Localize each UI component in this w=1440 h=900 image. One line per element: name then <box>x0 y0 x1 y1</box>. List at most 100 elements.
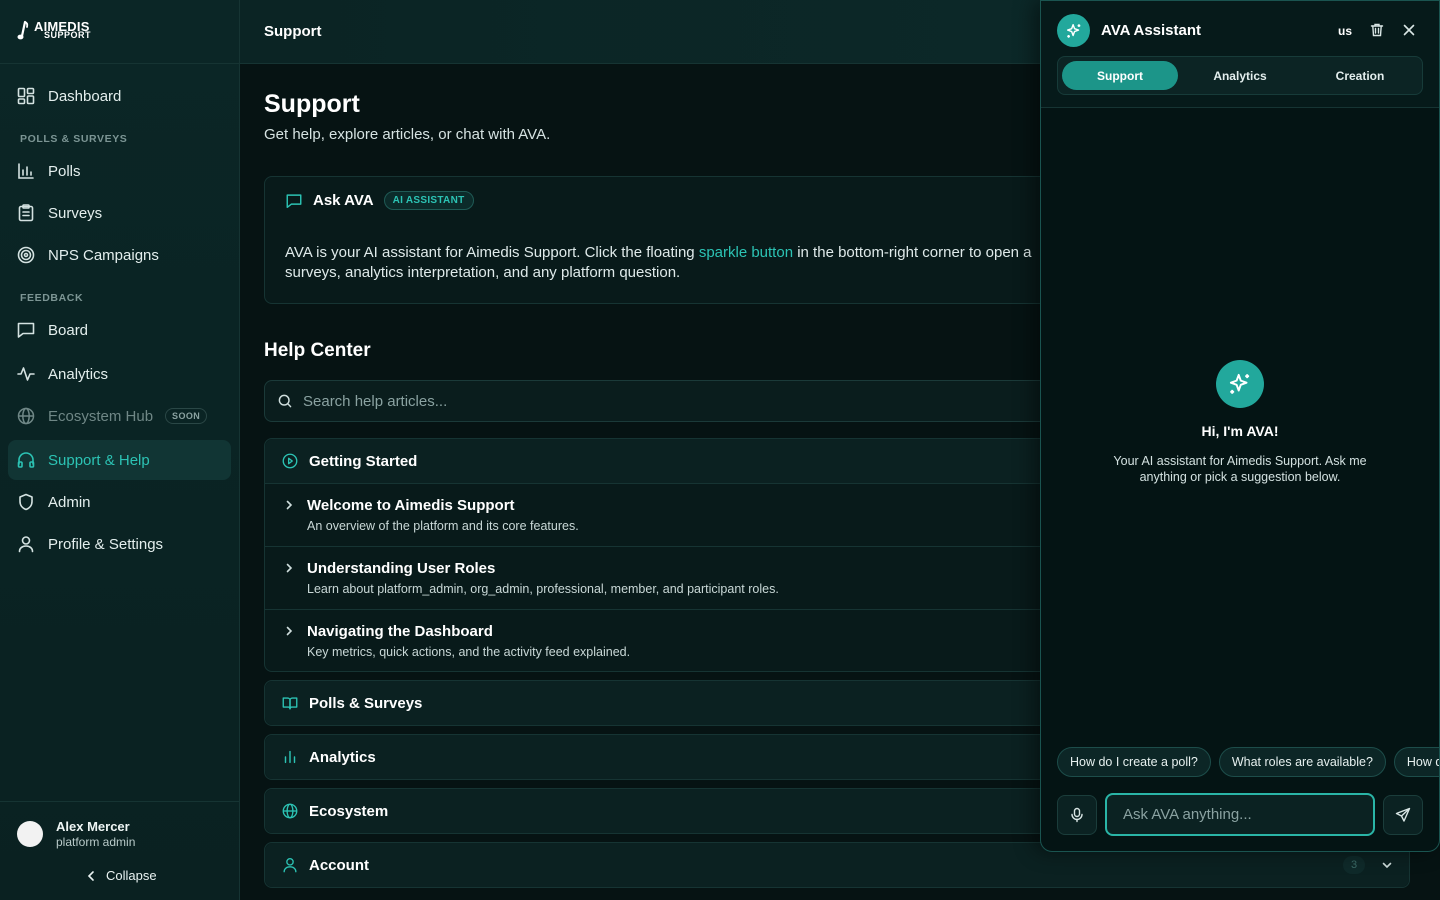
ava-greeting: Hi, I'm AVA! <box>1201 423 1279 439</box>
user-icon <box>283 858 297 873</box>
topbar-title: Support <box>264 23 322 40</box>
section-label: Ecosystem <box>309 802 389 820</box>
sidebar-item-dashboard[interactable]: Dashboard <box>8 76 231 116</box>
sidebar-item-admin[interactable]: Admin <box>8 482 231 522</box>
section-label: Account <box>309 856 369 874</box>
ava-panel-header: AVA Assistant us Support Analytics Creat… <box>1041 1 1439 108</box>
brand-logo[interactable]: AIMEDIS SUPPORT <box>16 20 91 42</box>
ava-assistant-panel: AVA Assistant us Support Analytics Creat… <box>1040 0 1440 852</box>
message-square-icon <box>286 193 302 208</box>
ask-ava-title: Ask AVA <box>313 192 374 209</box>
play-circle-icon <box>282 453 298 469</box>
activity-icon <box>17 367 35 381</box>
chevron-right-icon <box>286 626 293 636</box>
microphone-button[interactable] <box>1057 795 1097 835</box>
sparkles-icon <box>1066 23 1080 38</box>
section-label: Analytics <box>309 748 376 766</box>
sidebar-item-analytics[interactable]: Analytics <box>8 354 231 394</box>
language-toggle[interactable]: us <box>1338 24 1352 38</box>
ava-logo <box>1057 14 1090 47</box>
headphones-icon <box>17 452 35 468</box>
chevron-left-icon <box>87 870 94 881</box>
chevron-down-icon[interactable] <box>1381 859 1393 871</box>
article-title: Navigating the Dashboard <box>307 623 493 640</box>
chevron-right-icon <box>286 500 293 510</box>
sidebar-item-label: Polls <box>48 162 81 180</box>
collapse-button[interactable]: Collapse <box>86 868 157 883</box>
search-icon <box>278 394 292 408</box>
sidebar: AIMEDIS SUPPORT Dashboard POLLS & SURVEY… <box>0 0 240 900</box>
ava-hero-icon <box>1216 360 1264 408</box>
target-icon <box>17 246 35 264</box>
sidebar-item-label: Board <box>48 321 89 339</box>
ava-input-row <box>1057 793 1423 836</box>
avatar[interactable] <box>17 821 43 847</box>
page-title: Support <box>264 90 360 118</box>
dashboard-grid-icon <box>17 87 35 105</box>
globe-icon <box>17 407 35 425</box>
close-icon[interactable] <box>1401 22 1417 38</box>
section-label: Polls & Surveys <box>309 694 423 712</box>
sidebar-item-ecosystem-hub: Ecosystem Hub SOON <box>8 396 231 436</box>
section-meta: 3 <box>1343 856 1393 874</box>
bar-chart-icon <box>18 163 34 179</box>
sidebar-item-label: Ecosystem Hub <box>48 407 154 425</box>
ava-tabs: Support Analytics Creation <box>1057 56 1423 95</box>
shield-icon <box>19 493 33 511</box>
brand-line2: SUPPORT <box>44 30 92 40</box>
tab-analytics[interactable]: Analytics <box>1182 61 1298 90</box>
sidebar-item-label: Admin <box>48 493 91 511</box>
ava-message-input[interactable] <box>1105 793 1375 836</box>
section-label-polls-surveys: POLLS & SURVEYS <box>20 133 128 145</box>
sidebar-item-board[interactable]: Board <box>8 310 231 350</box>
sidebar-item-label: Profile & Settings <box>48 535 164 553</box>
send-button[interactable] <box>1383 795 1423 835</box>
microphone-icon <box>1071 807 1083 823</box>
message-square-icon <box>17 322 35 338</box>
user-icon <box>18 536 34 553</box>
article-title: Understanding User Roles <box>307 560 496 577</box>
ask-text-before: AVA is your AI assistant for Aimedis Sup… <box>285 244 699 261</box>
ai-assistant-badge: AI ASSISTANT <box>383 191 474 210</box>
sidebar-item-nps-campaigns[interactable]: NPS Campaigns <box>8 235 231 275</box>
article-description: An overview of the platform and its core… <box>307 519 579 533</box>
ask-text-after: in the bottom-right corner to open a <box>793 244 1032 261</box>
sidebar-item-label: Analytics <box>48 365 109 383</box>
article-description: Learn about platform_admin, org_admin, p… <box>307 582 779 596</box>
collapse-label: Collapse <box>106 868 157 883</box>
tab-support[interactable]: Support <box>1062 61 1178 90</box>
suggestion-chip[interactable]: How do I create a poll? <box>1057 747 1211 777</box>
user-role: platform admin <box>56 835 136 849</box>
article-description: Key metrics, quick actions, and the acti… <box>307 645 631 659</box>
sparkles-icon <box>1229 373 1250 394</box>
suggestion-chip[interactable]: How do I <box>1393 747 1439 777</box>
suggestion-chip[interactable]: What roles are available? <box>1218 747 1386 777</box>
tab-creation[interactable]: Creation <box>1302 61 1418 90</box>
ava-description: Your AI assistant for Aimedis Support. A… <box>1113 454 1367 484</box>
sidebar-item-support-help[interactable]: Support & Help <box>8 440 231 480</box>
send-icon <box>1395 807 1411 822</box>
music-note-icon <box>17 20 29 40</box>
sparkle-button-link[interactable]: sparkle button <box>699 244 793 261</box>
sidebar-divider <box>0 63 240 64</box>
chevron-right-icon <box>286 563 293 573</box>
sidebar-item-label: Surveys <box>48 204 103 222</box>
article-title: Welcome to Aimedis Support <box>307 497 515 514</box>
clipboard-icon <box>18 204 34 222</box>
sidebar-item-polls[interactable]: Polls <box>8 151 231 191</box>
trash-icon[interactable] <box>1369 22 1385 38</box>
ava-panel-title: AVA Assistant <box>1101 22 1202 39</box>
help-center-title: Help Center <box>264 340 371 361</box>
section-label: Getting Started <box>309 452 418 470</box>
section-label-feedback: FEEDBACK <box>20 292 84 304</box>
sidebar-item-profile-settings[interactable]: Profile & Settings <box>8 524 231 564</box>
sidebar-item-surveys[interactable]: Surveys <box>8 193 231 233</box>
suggestion-chips: How do I create a poll? What roles are a… <box>1057 747 1439 779</box>
sidebar-item-label: Support & Help <box>48 451 150 469</box>
sidebar-footer: Alex Mercer platform admin Collapse <box>0 801 240 900</box>
soon-badge: SOON <box>165 408 208 424</box>
sidebar-item-label: Dashboard <box>48 87 122 105</box>
book-open-icon <box>282 697 298 710</box>
brand-name: AIMEDIS SUPPORT <box>34 20 92 40</box>
article-count-badge: 3 <box>1343 856 1365 874</box>
